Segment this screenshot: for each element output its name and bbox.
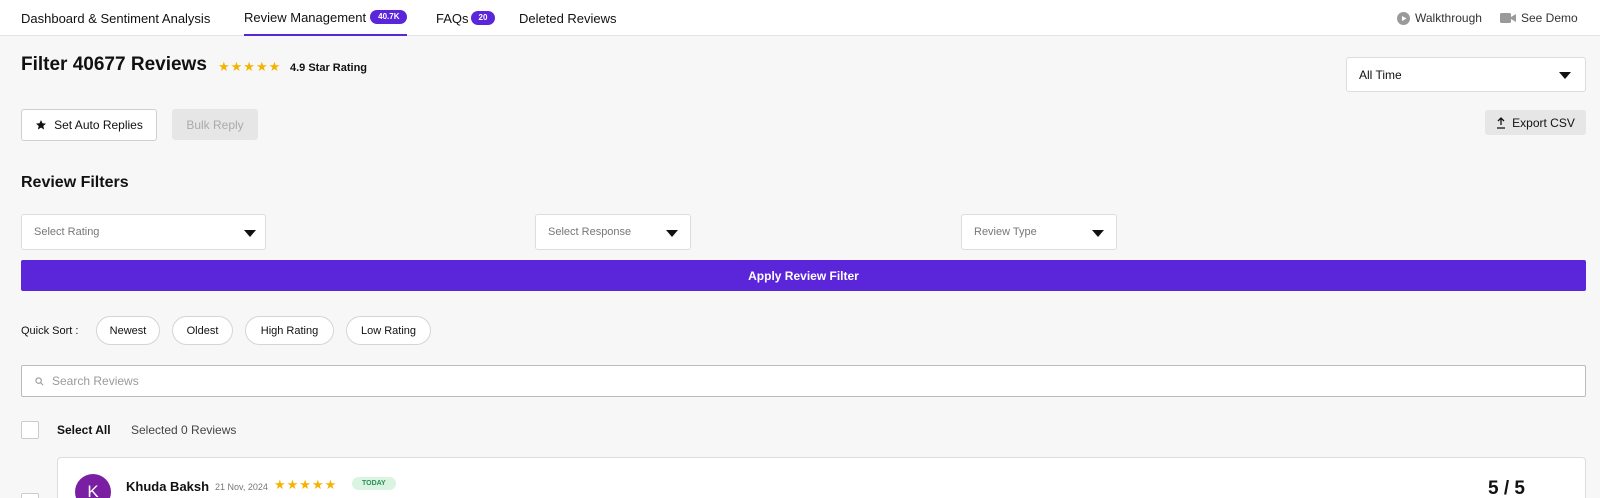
sort-low-rating-button[interactable]: Low Rating <box>346 316 431 345</box>
bulk-reply-label: Bulk Reply <box>186 117 244 132</box>
chevron-down-icon <box>244 230 256 237</box>
tab-label: Review Management <box>244 9 367 25</box>
review-filters-heading: Review Filters <box>21 174 129 191</box>
select-response-dropdown[interactable]: Select Response <box>535 214 691 250</box>
sort-oldest-button[interactable]: Oldest <box>172 316 233 345</box>
search-icon <box>35 376 44 385</box>
tab-review-management[interactable]: Review Management 40.7K <box>244 0 408 36</box>
review-checkbox[interactable] <box>21 493 39 498</box>
tab-label: FAQs <box>436 10 469 26</box>
select-rating-dropdown[interactable]: Select Rating <box>21 214 266 250</box>
overall-star-rating: ★★★★★ <box>218 59 282 74</box>
today-badge: TODAY <box>352 477 396 490</box>
tab-faqs[interactable]: FAQs 20 <box>436 0 496 36</box>
select-all-label: Select All <box>57 423 111 437</box>
tab-deleted-reviews[interactable]: Deleted Reviews <box>519 0 617 36</box>
play-circle-icon <box>1397 11 1410 25</box>
count-badge: 40.7K <box>370 10 408 24</box>
avatar: K <box>75 474 111 498</box>
review-score: 5 / 5 <box>1488 478 1525 498</box>
set-auto-replies-button[interactable]: Set Auto Replies <box>21 109 157 141</box>
see-demo-label: See Demo <box>1521 11 1578 25</box>
tab-label: Dashboard & Sentiment Analysis <box>21 10 211 26</box>
bulk-reply-button[interactable]: Bulk Reply <box>172 109 258 140</box>
star-icon <box>36 120 47 130</box>
quick-sort-label: Quick Sort : <box>21 325 79 337</box>
chevron-down-icon <box>1559 72 1571 79</box>
set-auto-replies-label: Set Auto Replies <box>54 118 143 132</box>
walkthrough-link[interactable]: Walkthrough <box>1397 0 1482 36</box>
reviewer-name: Khuda Baksh <box>126 479 210 494</box>
apply-review-filter-button[interactable]: Apply Review Filter <box>21 260 1586 291</box>
review-star-rating: ★★★★★ <box>274 477 338 492</box>
tab-dashboard-sentiment[interactable]: Dashboard & Sentiment Analysis <box>21 0 210 36</box>
select-rating-placeholder: Select Rating <box>34 226 100 238</box>
count-badge: 20 <box>470 11 496 25</box>
export-csv-button[interactable]: Export CSV <box>1485 110 1586 135</box>
sort-newest-button[interactable]: Newest <box>96 316 160 345</box>
chevron-down-icon <box>666 230 678 237</box>
walkthrough-label: Walkthrough <box>1415 11 1482 25</box>
video-camera-icon <box>1500 13 1516 23</box>
chevron-down-icon <box>1092 230 1104 237</box>
selected-count: Selected 0 Reviews <box>131 423 237 437</box>
overall-rating-text: 4.9 Star Rating <box>290 62 368 74</box>
review-date: 21 Nov, 2024 <box>215 482 268 492</box>
sort-high-rating-button[interactable]: High Rating <box>245 316 334 345</box>
see-demo-link[interactable]: See Demo <box>1500 0 1578 36</box>
tab-label: Deleted Reviews <box>519 10 617 26</box>
review-type-placeholder: Review Type <box>974 226 1037 238</box>
search-input[interactable] <box>52 374 1552 388</box>
time-range-value: All Time <box>1359 67 1402 82</box>
review-type-dropdown[interactable]: Review Type <box>961 214 1117 250</box>
time-range-select[interactable]: All Time <box>1346 57 1586 92</box>
top-tab-bar: Dashboard & Sentiment Analysis Review Ma… <box>0 0 1600 36</box>
search-reviews-box[interactable] <box>21 365 1586 397</box>
page-title: Filter 40677 Reviews <box>21 54 207 75</box>
upload-icon <box>1497 116 1506 129</box>
export-csv-label: Export CSV <box>1512 115 1575 130</box>
select-response-placeholder: Select Response <box>548 226 632 238</box>
select-all-checkbox[interactable] <box>21 421 39 439</box>
review-card: K Khuda Baksh 21 Nov, 2024 ★★★★★ TODAY 5… <box>57 457 1586 498</box>
